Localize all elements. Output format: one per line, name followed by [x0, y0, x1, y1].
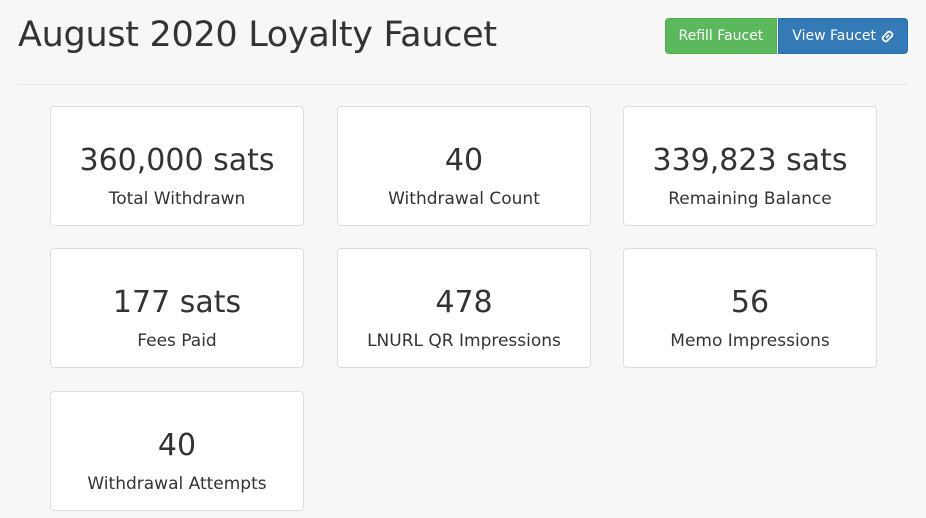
- link-icon: [881, 30, 894, 42]
- stat-value: 40: [157, 428, 197, 463]
- stat-card-withdrawal-attempts: 40 Withdrawal Attempts: [50, 391, 304, 511]
- stat-value: 40: [444, 143, 484, 178]
- header-actions: Refill Faucet View Faucet: [664, 18, 908, 54]
- view-faucet-label: View Faucet: [792, 28, 876, 44]
- stat-label: Withdrawal Count: [388, 189, 540, 209]
- stat-value: 339,823 sats: [652, 143, 848, 178]
- stat-value: 56: [730, 285, 770, 320]
- page-title: August 2020 Loyalty Faucet: [18, 15, 497, 55]
- refill-faucet-button[interactable]: Refill Faucet: [664, 18, 778, 54]
- stat-label: LNURL QR Impressions: [367, 331, 561, 351]
- stat-card-total-withdrawn: 360,000 sats Total Withdrawn: [50, 106, 304, 226]
- view-faucet-button[interactable]: View Faucet: [778, 18, 908, 54]
- stat-card-memo-impressions: 56 Memo Impressions: [623, 248, 877, 368]
- stat-value: 360,000 sats: [79, 143, 275, 178]
- stat-card-fees-paid: 177 sats Fees Paid: [50, 248, 304, 368]
- stat-card-withdrawal-count: 40 Withdrawal Count: [337, 106, 591, 226]
- stat-value: 478: [435, 285, 493, 320]
- stat-label: Remaining Balance: [668, 189, 832, 209]
- page-header: August 2020 Loyalty Faucet Refill Faucet…: [18, 0, 908, 85]
- stat-value: 177 sats: [112, 285, 242, 320]
- stat-label: Total Withdrawn: [108, 189, 246, 209]
- stat-card-remaining-balance: 339,823 sats Remaining Balance: [623, 106, 877, 226]
- refill-faucet-label: Refill Faucet: [678, 28, 764, 44]
- stat-label: Fees Paid: [137, 331, 217, 351]
- stat-label: Memo Impressions: [670, 331, 830, 351]
- faucet-stats-page: August 2020 Loyalty Faucet Refill Faucet…: [0, 0, 926, 518]
- stat-card-lnurl-qr-impressions: 478 LNURL QR Impressions: [337, 248, 591, 368]
- stat-label: Withdrawal Attempts: [87, 474, 267, 494]
